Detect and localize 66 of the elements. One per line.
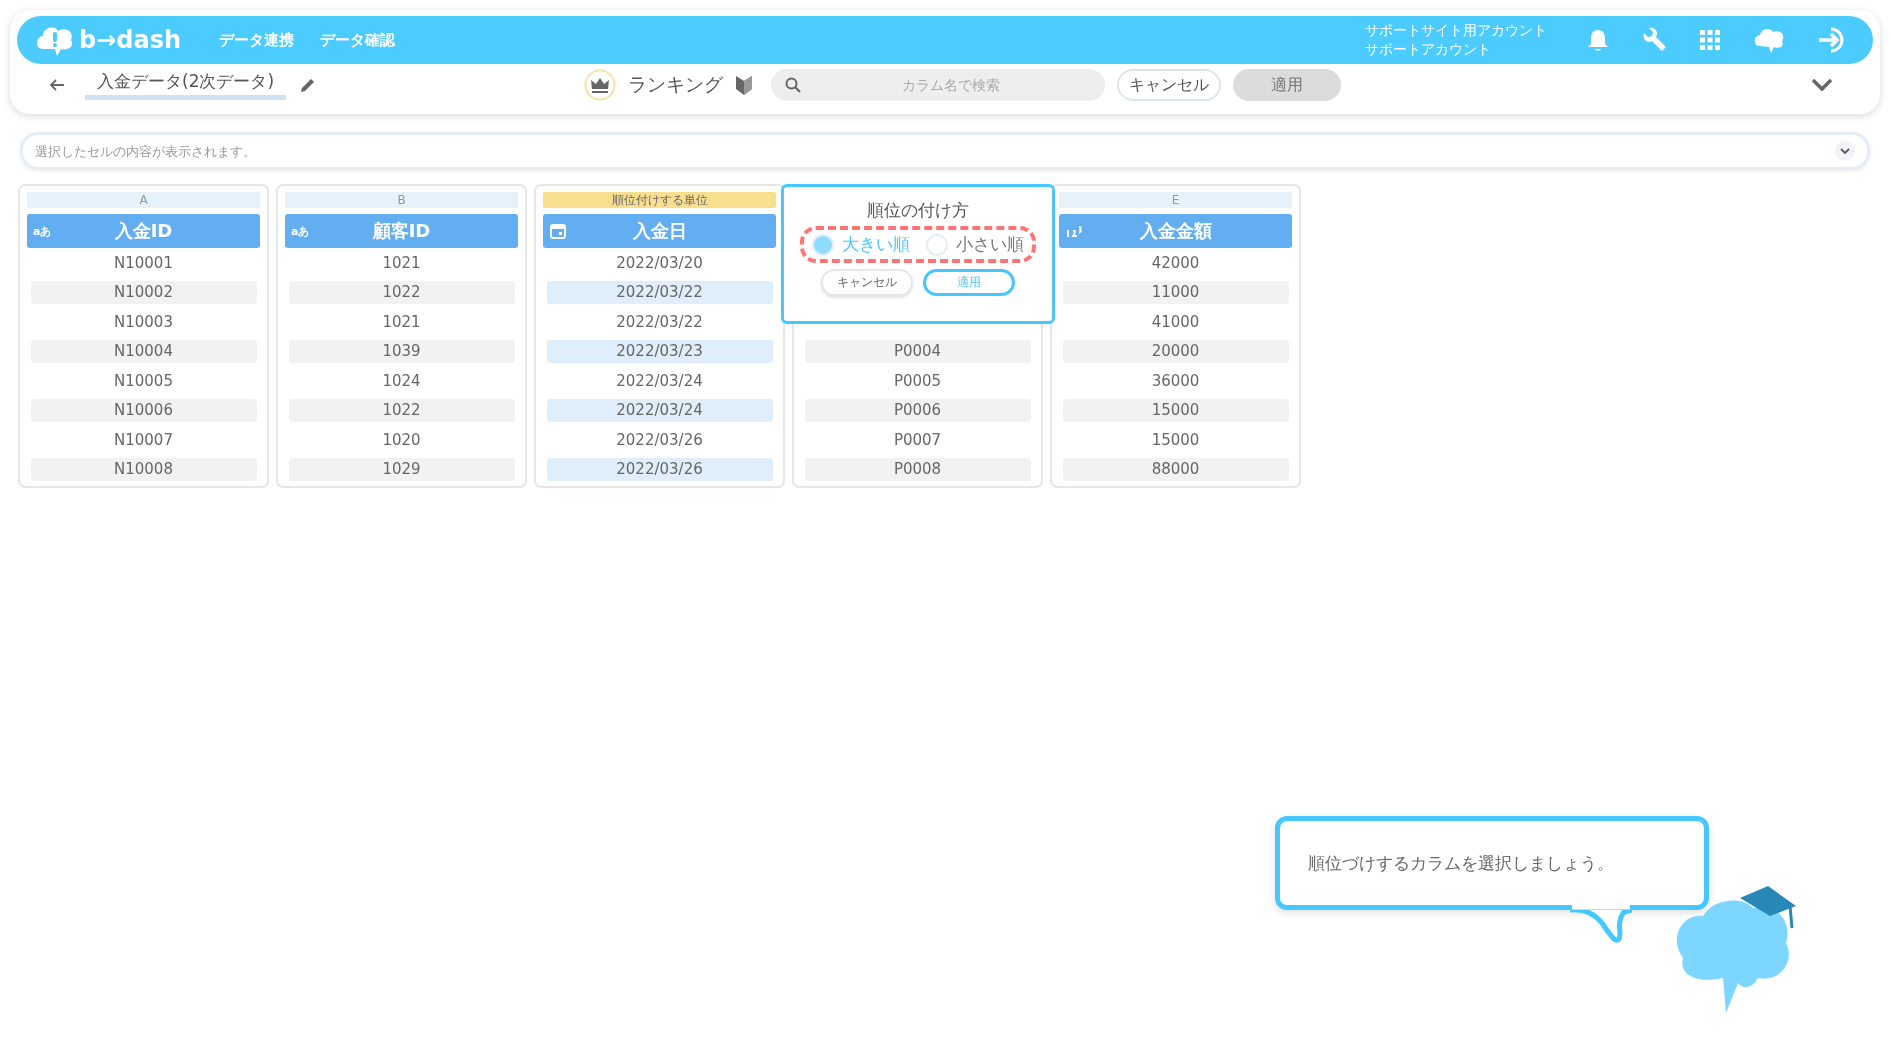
chevron-down-icon[interactable] xyxy=(1811,78,1833,92)
table-cell[interactable]: 1039 xyxy=(288,339,515,363)
table-cell[interactable]: 1020 xyxy=(288,428,515,452)
data-title: 入金データ(2次データ) xyxy=(85,70,287,100)
table-cell[interactable]: 1021 xyxy=(288,310,515,334)
table-cell[interactable]: P0008 xyxy=(804,457,1031,481)
table-cell[interactable]: 1022 xyxy=(288,280,515,304)
column-label: B xyxy=(285,192,518,208)
table-cell[interactable]: P0005 xyxy=(804,369,1031,393)
table-cell[interactable]: 41000 xyxy=(1062,310,1289,334)
logo-text: b→dash xyxy=(79,26,182,54)
table-cell[interactable]: 20000 xyxy=(1062,339,1289,363)
table-cell[interactable]: P0004 xyxy=(804,339,1031,363)
column-card[interactable]: A aあ 入金ID N10001 N10002 N10003 N10004 N10005 N10006 N10007 N10008 xyxy=(18,184,269,488)
sort-radio[interactable]: 小さい順 xyxy=(926,233,1024,256)
column-card[interactable]: B aあ 顧客ID 1021 1022 1021 1039 1024 1022 1020 1029 xyxy=(276,184,527,488)
table-cell[interactable]: 1024 xyxy=(288,369,515,393)
table-cell[interactable]: 2022/03/26 xyxy=(546,457,773,481)
column-label: E xyxy=(1059,192,1292,208)
account-name: サポートアカウント xyxy=(1365,40,1492,59)
table-cell[interactable]: 2022/03/24 xyxy=(546,369,773,393)
table-cell[interactable]: 2022/03/23 xyxy=(546,339,773,363)
table-cell[interactable]: N10002 xyxy=(30,280,257,304)
number-type-icon xyxy=(1065,224,1083,238)
table-cell[interactable]: N10003 xyxy=(30,310,257,334)
column-card[interactable]: 順位付けする単位 入金日 2022/03/20 2022/03/22 2022/03/22 2022/03/23 2022/03/24 2022/03/24 2022/03/26 2022/03/26 xyxy=(534,184,785,488)
popup-title: 順位の付け方 xyxy=(867,199,969,222)
table-cell[interactable]: N10008 xyxy=(30,457,257,481)
hint-text: 順位づけするカラムを選択しましょう。 xyxy=(1308,851,1614,875)
cell-content-field[interactable]: 選択したセルの内容が表示されます。 xyxy=(20,132,1870,170)
table-cell[interactable]: N10005 xyxy=(30,369,257,393)
table-cell[interactable]: P0007 xyxy=(804,428,1031,452)
table-cell[interactable]: 42000 xyxy=(1062,251,1289,275)
column-card[interactable]: E 入金金額 42000 11000 41000 20000 36000 15000 15000 88000 xyxy=(1050,184,1301,488)
column-label: A xyxy=(27,192,260,208)
table-cell[interactable]: 2022/03/26 xyxy=(546,428,773,452)
table-cell[interactable]: N10007 xyxy=(30,428,257,452)
crown-icon xyxy=(584,69,617,101)
table-cell[interactable]: 2022/03/22 xyxy=(546,310,773,334)
search-field[interactable]: カラム名で検索 xyxy=(771,69,1106,101)
table-cell[interactable]: P0006 xyxy=(804,398,1031,422)
table-cell[interactable]: 36000 xyxy=(1062,369,1289,393)
table-cell[interactable]: 15000 xyxy=(1062,428,1289,452)
chevron-down-icon[interactable] xyxy=(1834,140,1856,162)
table-cell[interactable]: N10004 xyxy=(30,339,257,363)
table-cell[interactable]: 11000 xyxy=(1062,280,1289,304)
pencil-icon[interactable] xyxy=(300,77,317,93)
search-icon xyxy=(785,77,802,93)
cancel-button[interactable]: キャンセル xyxy=(821,269,913,296)
mode-label: ランキング xyxy=(628,72,724,97)
table-cell[interactable]: 2022/03/22 xyxy=(546,280,773,304)
table-cell[interactable]: 88000 xyxy=(1062,457,1289,481)
table-cell[interactable]: 2022/03/20 xyxy=(546,251,773,275)
table-cell[interactable]: 1022 xyxy=(288,398,515,422)
table-cell[interactable]: N10006 xyxy=(30,398,257,422)
account-name: サポートサイト用アカウント xyxy=(1365,21,1547,40)
back-arrow-icon[interactable] xyxy=(49,78,65,92)
table-cell[interactable]: 15000 xyxy=(1062,398,1289,422)
cancel-button[interactable]: キャンセル xyxy=(1117,69,1222,101)
beginner-mark-icon[interactable] xyxy=(735,74,754,96)
calendar-icon xyxy=(549,222,567,240)
table-cell[interactable]: N10001 xyxy=(30,251,257,275)
column-label: 順位付けする単位 xyxy=(543,192,776,208)
table-cell[interactable]: 2022/03/24 xyxy=(546,398,773,422)
table-cell[interactable]: 1021 xyxy=(288,251,515,275)
table-cell[interactable]: 1029 xyxy=(288,457,515,481)
